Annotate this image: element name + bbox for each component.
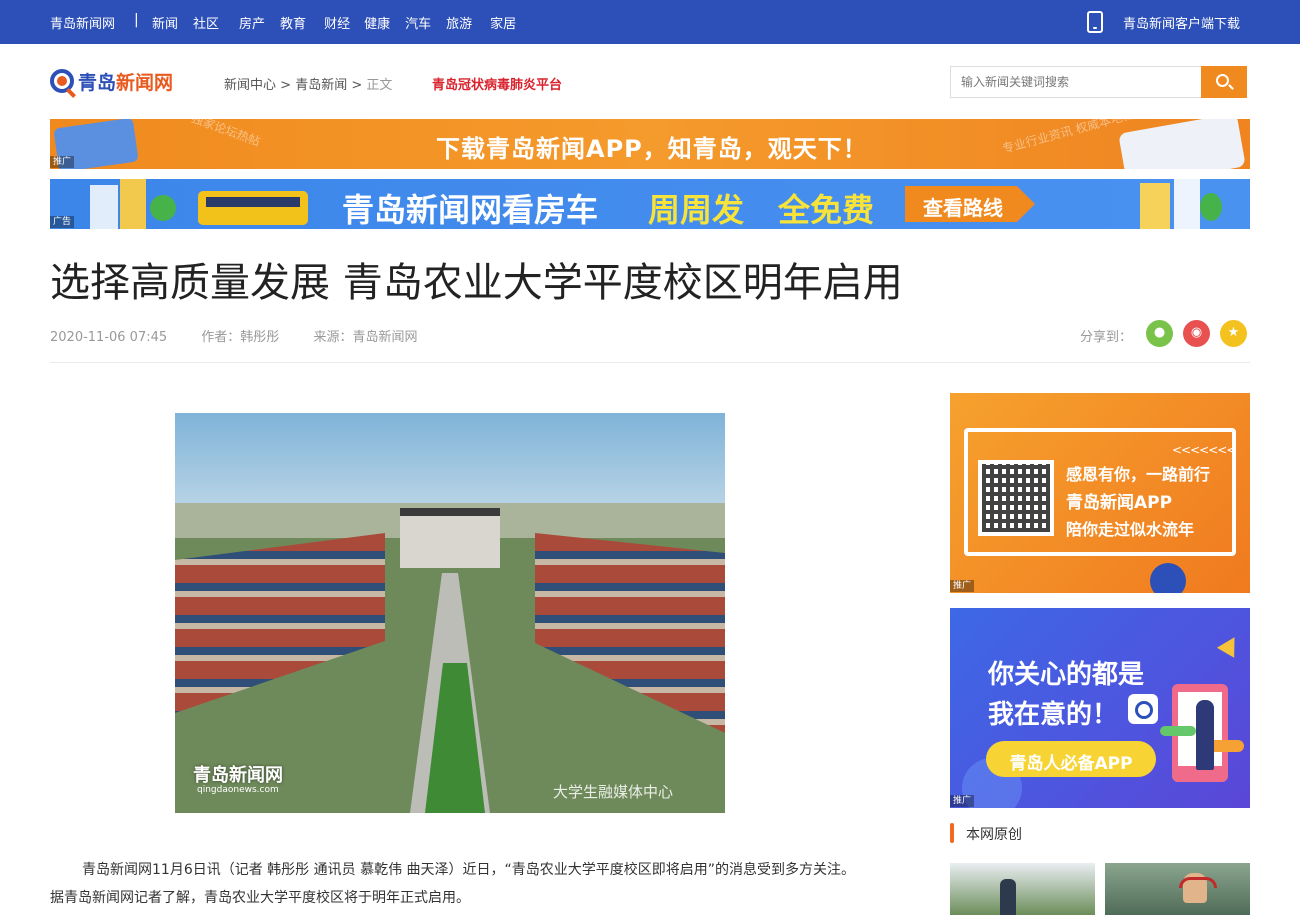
section-title: 本网原创 (966, 827, 1022, 843)
banner-headline: 青岛新闻网看房车 (342, 191, 599, 229)
original-thumbnail[interactable] (950, 863, 1095, 915)
app-logo-icon (1128, 694, 1158, 724)
article-title: 选择高质量发展 青岛农业大学平度校区明年启用 (50, 260, 903, 306)
nav-item-education[interactable]: 教育 (280, 13, 306, 32)
photo-watermark-sub: qingdaonews.com (197, 785, 279, 795)
covid-platform-link[interactable]: 青岛冠状病毒肺炎平台 (432, 74, 562, 93)
breadcrumb: 新闻中心 > 青岛新闻 > 正文 (224, 74, 392, 93)
site-logo[interactable]: 青岛新闻网 (50, 68, 173, 94)
building-illustration (90, 185, 118, 229)
logo-text: 青岛新闻网 (78, 71, 174, 94)
building-illustration (120, 179, 146, 229)
ad-headline: 你关心的都是 (988, 660, 1145, 690)
sidebar-ad-care[interactable]: 你关心的都是 我在意的！ 青岛人必备APP 推广 (950, 608, 1250, 808)
building-illustration (1174, 179, 1200, 229)
app-download-banner[interactable]: 独家论坛热帖 下载青岛新闻APP，知青岛，观天下！ 专业行业资讯 权威本地新闻 … (50, 119, 1250, 169)
nav-item-home[interactable]: 家居 (490, 13, 516, 32)
person-illustration (1196, 700, 1214, 770)
phone-illustration (1118, 119, 1246, 169)
banner-deco-text: 独家论坛热帖 (189, 119, 263, 149)
wechat-share-icon[interactable]: ● (1146, 320, 1173, 347)
article-paragraph: 青岛新闻网11月6日讯（记者 韩彤彤 通讯员 慕乾伟 曲天泽）近日，“青岛农业大… (50, 862, 856, 906)
ad-pill-button[interactable]: 青岛人必备APP (986, 741, 1156, 777)
nav-item-travel[interactable]: 旅游 (446, 13, 472, 32)
house-car-banner[interactable]: 青岛新闻网看房车 周周发 全免费 查看路线 广告 (50, 179, 1250, 229)
mobile-phone-icon[interactable] (1087, 11, 1103, 33)
breadcrumb-news-center[interactable]: 新闻中心 (224, 78, 276, 93)
tree-illustration (150, 195, 176, 221)
ad-tag: 广告 (50, 216, 75, 228)
original-thumbnail[interactable] (1105, 863, 1250, 915)
ad-headline: 我在意的！ (988, 700, 1119, 730)
breadcrumb-separator: > (280, 78, 292, 93)
building-illustration (1140, 183, 1170, 229)
search-box (950, 66, 1247, 98)
banner-highlight: 周周发 (648, 191, 745, 229)
breadcrumb-separator: > (351, 78, 363, 93)
publish-date: 2020-11-06 07:45 (50, 330, 168, 345)
article-photo: 青岛新闻网 qingdaonews.com 大学生融媒体中心 (175, 413, 725, 813)
chevrons-decoration: <<<<<<< (1172, 443, 1236, 457)
app-download-link[interactable]: 青岛新闻客户端下载 (1123, 13, 1240, 32)
bus-illustration (198, 191, 308, 225)
breadcrumb-current: 正文 (366, 78, 393, 93)
nav-item-auto[interactable]: 汽车 (405, 13, 431, 32)
article-meta: 2020-11-06 07:45 作者：韩彤彤 来源：青岛新闻网 (50, 326, 447, 345)
sidebar-ad-app[interactable]: <<<<<<< 感恩有你，一路前行 青岛新闻APP 陪你走过似水流年 推广 (950, 393, 1250, 593)
ad-line: 感恩有你，一路前行 (1066, 465, 1211, 484)
source: 来源：青岛新闻网 (313, 330, 418, 345)
view-route-button[interactable]: 查看路线 (905, 186, 1035, 222)
promo-tag: 推广 (950, 580, 975, 592)
nav-item-community[interactable]: 社区 (193, 13, 219, 32)
banner-highlight: 全免费 (778, 191, 875, 229)
tree-illustration (1200, 193, 1222, 221)
banner-headline: 下载青岛新闻APP，知青岛，观天下！ (436, 135, 868, 163)
weibo-share-icon[interactable]: ◉ (1183, 320, 1210, 347)
photo-watermark: 青岛新闻网 (193, 765, 283, 786)
channel-nav: 新闻 社区 房产 教育 财经 健康 汽车 旅游 家居 (152, 13, 516, 32)
logo-mark-icon (50, 69, 74, 93)
promo-tag: 推广 (950, 795, 975, 807)
nav-item-house[interactable]: 房产 (239, 13, 265, 32)
qr-code (978, 460, 1054, 536)
promo-tag: 推广 (50, 156, 75, 168)
divider (50, 362, 1250, 363)
site-name-link[interactable]: 青岛新闻网 (50, 13, 115, 32)
nav-item-health[interactable]: 健康 (364, 13, 390, 32)
top-navigation-bar: 青岛新闻网 | 新闻 社区 房产 教育 财经 健康 汽车 旅游 家居 青岛新闻客… (0, 0, 1300, 44)
ad-line: 青岛新闻APP (1066, 493, 1173, 513)
nav-item-news[interactable]: 新闻 (152, 13, 178, 32)
photo-watermark-right: 大学生融媒体中心 (553, 783, 674, 801)
author: 作者：韩彤彤 (201, 330, 280, 345)
ad-line: 陪你走过似水流年 (1066, 520, 1195, 539)
search-button[interactable] (1201, 66, 1247, 98)
share-label: 分享到： (1080, 330, 1133, 345)
topbar-separator: | (134, 12, 139, 28)
nav-item-finance[interactable]: 财经 (324, 13, 350, 32)
search-input[interactable] (951, 67, 1201, 97)
section-marker (950, 823, 954, 843)
qzone-share-icon[interactable]: ★ (1220, 320, 1247, 347)
breadcrumb-qingdao-news[interactable]: 青岛新闻 (295, 78, 347, 93)
